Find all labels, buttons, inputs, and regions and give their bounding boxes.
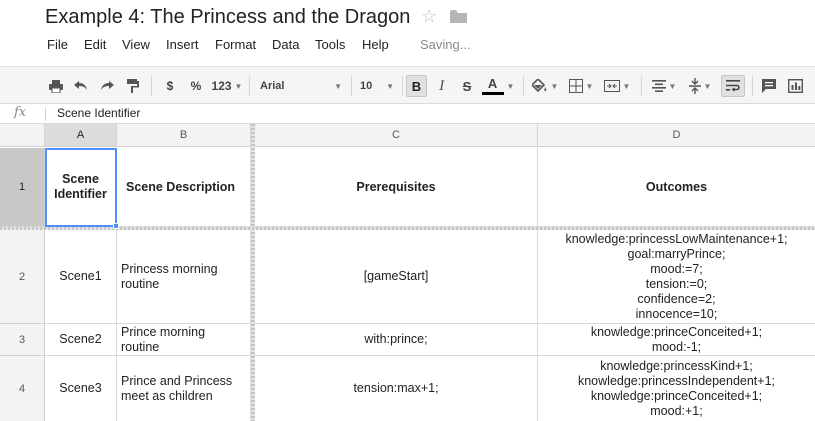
- strikethrough-button[interactable]: S: [458, 75, 476, 97]
- merge-cells-icon: [603, 80, 620, 92]
- table-cell[interactable]: Scene1: [45, 230, 117, 324]
- fill-handle[interactable]: [113, 223, 119, 229]
- header-cell-prerequisites[interactable]: Prerequisites: [255, 148, 538, 227]
- text-color-swatch: [481, 92, 504, 95]
- wrap-text-icon: [726, 80, 740, 92]
- comment-icon[interactable]: [759, 75, 779, 97]
- select-all-corner[interactable]: [0, 124, 45, 147]
- paint-bucket-icon: [531, 79, 546, 93]
- more-formats-button[interactable]: 123 ▼: [210, 75, 244, 97]
- text-wrap-button[interactable]: [721, 75, 745, 97]
- formula-bar-divider: [45, 107, 46, 121]
- text-color-label: A: [487, 76, 498, 91]
- row-header-2[interactable]: 2: [0, 230, 45, 324]
- header-cell-scene-identifier[interactable]: Scene Identifier: [45, 148, 117, 227]
- table-cell[interactable]: Princess morning routine: [117, 230, 251, 324]
- redo-icon[interactable]: [97, 75, 117, 97]
- row-header-1[interactable]: 1: [0, 148, 45, 227]
- table-cell[interactable]: Scene3: [45, 356, 117, 421]
- insert-chart-icon[interactable]: [785, 75, 805, 97]
- folder-icon[interactable]: [450, 10, 467, 24]
- table-cell[interactable]: Prince and Princess meet as children: [117, 356, 251, 421]
- header-cell-scene-description[interactable]: Scene Description: [117, 148, 251, 227]
- chevron-down-icon: ▼: [585, 81, 594, 91]
- menu-tools[interactable]: Tools: [315, 37, 345, 52]
- chevron-down-icon: ▼: [234, 81, 243, 91]
- chevron-down-icon: ▼: [622, 81, 631, 91]
- table-cell[interactable]: knowledge:princessKind+1; knowledge:prin…: [538, 356, 815, 421]
- save-status: Saving...: [420, 37, 471, 52]
- chevron-down-icon: ▼: [550, 81, 559, 91]
- frozen-column-divider[interactable]: [251, 124, 255, 421]
- menu-file[interactable]: File: [47, 37, 68, 52]
- table-cell[interactable]: [gameStart]: [255, 230, 538, 324]
- row-header-4[interactable]: 4: [0, 356, 45, 421]
- table-cell[interactable]: Prince morning routine: [117, 324, 251, 356]
- chevron-down-icon: ▼: [506, 81, 515, 91]
- undo-icon[interactable]: [71, 75, 91, 97]
- toolbar: $ % 123 ▼ Arial ▼ 10 ▼ B I S A ▼ ▼ ▼ ▼ ▼ ▼: [0, 66, 815, 104]
- column-header-b[interactable]: B: [117, 124, 251, 147]
- table-cell[interactable]: tension:max+1;: [255, 356, 538, 421]
- frozen-row-divider[interactable]: [0, 227, 815, 230]
- chevron-down-icon: ▼: [703, 81, 712, 91]
- title-bar: Example 4: The Princess and the Dragon ☆: [0, 0, 815, 36]
- table-cell[interactable]: with:prince;: [255, 324, 538, 356]
- borders-button[interactable]: ▼: [566, 75, 596, 97]
- paint-format-icon[interactable]: [123, 75, 143, 97]
- formula-input[interactable]: Scene Identifier: [57, 106, 140, 120]
- chevron-down-icon: ▼: [386, 81, 394, 91]
- column-header-d[interactable]: D: [538, 124, 815, 147]
- font-family-select[interactable]: Arial ▼: [258, 75, 348, 97]
- chevron-down-icon: ▼: [334, 81, 342, 91]
- text-color-button[interactable]: A ▼: [481, 75, 515, 97]
- menu-help[interactable]: Help: [362, 37, 389, 52]
- merge-cells-button[interactable]: ▼: [602, 75, 632, 97]
- menu-edit[interactable]: Edit: [84, 37, 106, 52]
- table-cell[interactable]: knowledge:princeConceited+1; mood:-1;: [538, 324, 815, 356]
- star-icon[interactable]: ☆: [421, 6, 437, 27]
- fill-color-button[interactable]: ▼: [530, 75, 560, 97]
- menu-data[interactable]: Data: [272, 37, 299, 52]
- align-center-icon: [651, 80, 666, 92]
- table-cell[interactable]: Scene2: [45, 324, 117, 356]
- menu-insert[interactable]: Insert: [166, 37, 199, 52]
- sheet-grid: A B C D 1 Scene Identifier Scene Descrip…: [0, 124, 815, 421]
- font-family-value: Arial: [260, 80, 285, 92]
- menu-format[interactable]: Format: [215, 37, 256, 52]
- column-header-c[interactable]: C: [255, 124, 538, 147]
- percent-format-button[interactable]: %: [187, 75, 205, 97]
- document-title[interactable]: Example 4: The Princess and the Dragon: [45, 6, 410, 29]
- vertical-align-button[interactable]: ▼: [685, 75, 715, 97]
- row-header-3[interactable]: 3: [0, 324, 45, 356]
- italic-button[interactable]: I: [433, 75, 451, 97]
- vertical-align-icon: [688, 78, 701, 94]
- chevron-down-icon: ▼: [668, 81, 677, 91]
- more-formats-label: 123: [211, 79, 232, 93]
- bold-button[interactable]: B: [406, 75, 427, 97]
- menu-bar: File Edit View Insert Format Data Tools …: [0, 36, 815, 58]
- column-header-a[interactable]: A: [45, 124, 117, 147]
- horizontal-align-button[interactable]: ▼: [649, 75, 679, 97]
- font-size-value: 10: [360, 80, 373, 92]
- formula-bar: fx Scene Identifier: [0, 104, 815, 124]
- font-size-select[interactable]: 10 ▼: [358, 75, 398, 97]
- fx-icon: fx: [14, 105, 27, 120]
- borders-icon: [568, 79, 583, 93]
- table-cell[interactable]: knowledge:princessLowMaintenance+1; goal…: [538, 230, 815, 324]
- currency-format-button[interactable]: $: [162, 75, 178, 97]
- menu-view[interactable]: View: [122, 37, 150, 52]
- header-cell-outcomes[interactable]: Outcomes: [538, 148, 815, 227]
- print-icon[interactable]: [46, 75, 66, 97]
